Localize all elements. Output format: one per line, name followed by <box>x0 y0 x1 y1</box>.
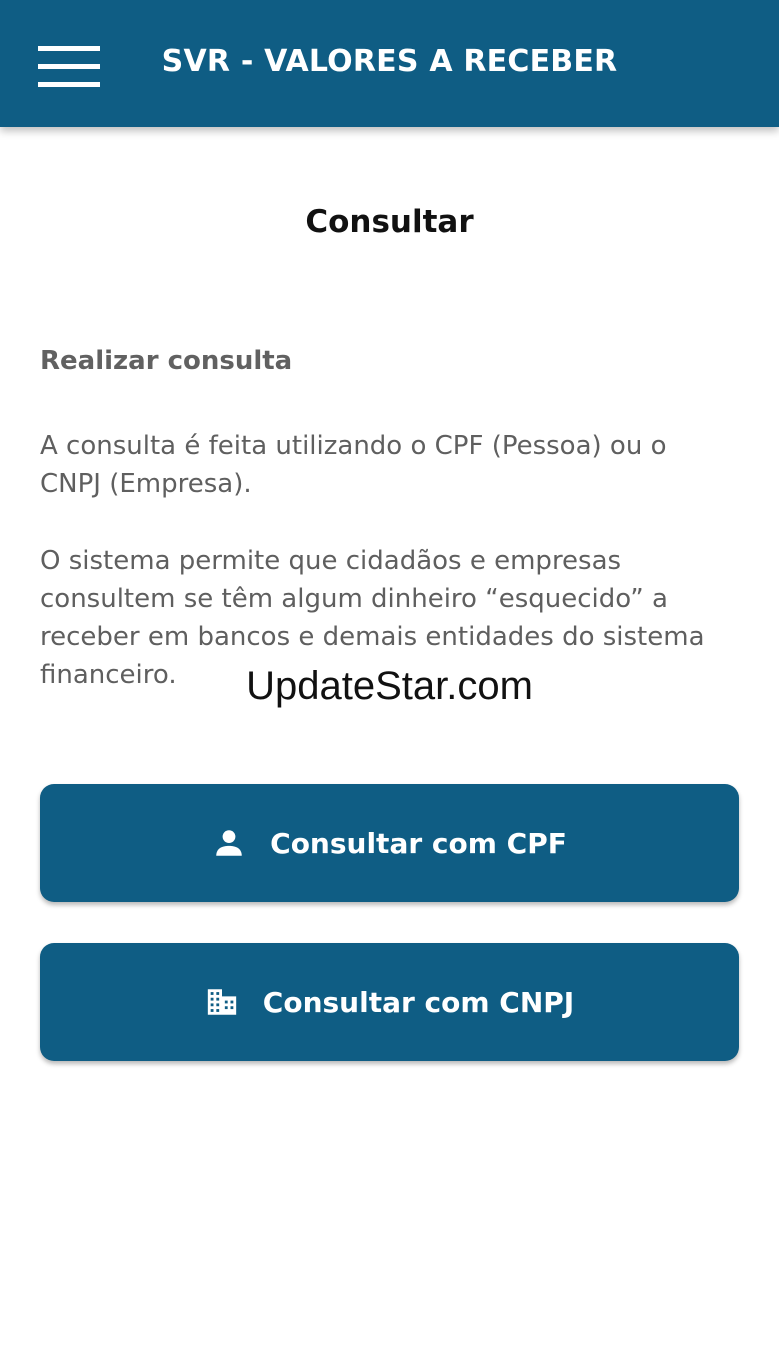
building-icon <box>205 985 239 1019</box>
section-heading: Realizar consulta <box>40 346 293 376</box>
top-app-bar: SVR - VALORES A RECEBER <box>0 0 779 127</box>
app-title: SVR - VALORES A RECEBER <box>161 44 618 79</box>
consult-cpf-button[interactable]: Consultar com CPF <box>40 784 739 902</box>
consult-cpf-label: Consultar com CPF <box>270 826 567 860</box>
consult-cnpj-label: Consultar com CNPJ <box>262 985 575 1019</box>
consult-cnpj-button[interactable]: Consultar com CNPJ <box>40 943 739 1061</box>
page-title: Consultar <box>305 204 474 240</box>
person-icon <box>212 826 246 860</box>
watermark: UpdateStar.com <box>246 664 533 708</box>
description-paragraph-1: A consulta é feita utilizando o CPF (Pes… <box>40 431 667 499</box>
app-screen: SVR - VALORES A RECEBER Consultar Realiz… <box>0 0 779 1370</box>
